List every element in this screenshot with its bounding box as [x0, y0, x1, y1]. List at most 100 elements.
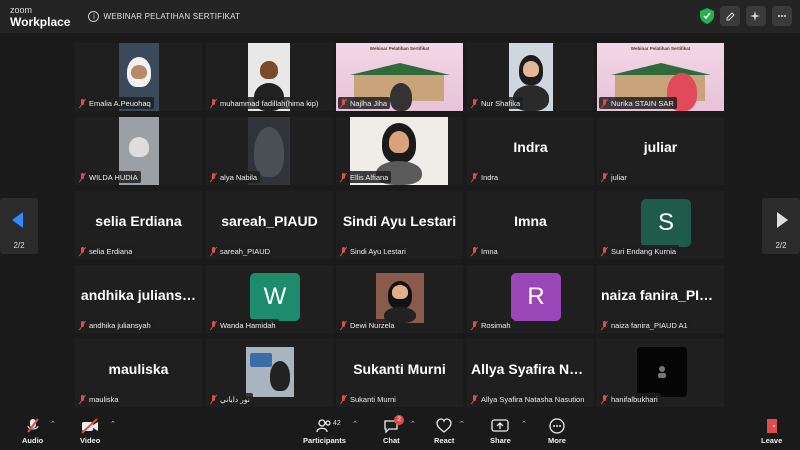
leave-button[interactable]: Leave	[761, 418, 782, 445]
video-options-chevron-icon[interactable]: ⌃	[110, 420, 116, 428]
pencil-icon	[726, 11, 735, 20]
participant-name-label: juliar	[599, 171, 630, 183]
muted-mic-icon	[209, 246, 218, 256]
participant-name-label: Emalia A.Peuohaq	[77, 97, 154, 109]
chat-label: Chat	[383, 436, 400, 445]
participant-tile[interactable]: S Suri Endang Kurnia	[597, 191, 724, 259]
muted-mic-icon	[470, 320, 479, 330]
leave-door-icon	[766, 419, 777, 433]
title-bar: zoom Workplace i WEBINAR PELATIHAN SERTI…	[0, 0, 800, 33]
muted-mic-icon	[209, 98, 218, 108]
participants-icon	[316, 419, 332, 433]
muted-mic-icon	[470, 394, 479, 404]
participants-options-chevron-icon[interactable]: ⌃	[352, 420, 358, 428]
participant-tile[interactable]: Webinar Pelatihan Sertifikat Nurika STAI…	[597, 43, 724, 111]
participant-video	[246, 347, 294, 397]
participant-name-label: alya Nabila	[208, 171, 261, 183]
share-options-chevron-icon[interactable]: ⌃	[521, 420, 527, 428]
logo-workplace-text: Workplace	[10, 14, 71, 29]
react-button[interactable]: React	[434, 418, 454, 445]
sparkle-icon	[750, 11, 760, 21]
participant-tile[interactable]: Dewi Nurzela	[336, 265, 463, 333]
participant-tile[interactable]: selia Erdiana selia Erdiana	[75, 191, 202, 259]
participant-tile[interactable]: Imna Imna	[467, 191, 594, 259]
more-button[interactable]: More	[548, 418, 566, 445]
info-icon[interactable]: i	[88, 11, 100, 22]
muted-mic-icon	[600, 320, 609, 330]
chat-options-chevron-icon[interactable]: ⌃	[410, 420, 416, 428]
participant-name-label: Nur Shafika	[469, 97, 524, 109]
participant-tile[interactable]: R Rosimah	[467, 265, 594, 333]
audio-options-chevron-icon[interactable]: ⌃	[50, 420, 56, 428]
participant-name-label: Nurika STAIN SAR	[599, 97, 677, 109]
participant-tile[interactable]: Ellis Alfiana	[336, 117, 463, 185]
meeting-title: WEBINAR PELATIHAN SERTIFIKAT	[103, 12, 241, 21]
muted-mic-icon	[78, 172, 87, 182]
participant-name-label: Suri Endang Kurnia	[599, 245, 680, 257]
participant-tile[interactable]: hanifalbukhari	[597, 339, 724, 407]
participant-name-label: Dewi Nurzela	[338, 319, 398, 331]
participant-tile[interactable]: juliar juliar	[597, 117, 724, 185]
chat-button[interactable]: 2 Chat	[383, 415, 404, 445]
participant-name-label: naiza fanira_PIAUD A1	[599, 319, 691, 331]
gallery-grid: Emalia A.Peuohaq muhammad fadillah(hima …	[75, 43, 727, 410]
share-screen-icon	[491, 419, 510, 432]
participant-tile[interactable]: sareah_PIAUD sareah_PIAUD	[206, 191, 333, 259]
audio-button[interactable]: Audio	[22, 418, 43, 445]
participant-name-label: Allya Syafira Natasha Nasution	[469, 393, 588, 405]
muted-mic-icon	[78, 98, 87, 108]
participant-tile[interactable]: نور داياني	[206, 339, 333, 407]
video-button[interactable]: Video	[80, 418, 100, 445]
participant-tile[interactable]: alya Nabila	[206, 117, 333, 185]
participant-tile[interactable]: Indra Indra	[467, 117, 594, 185]
annotate-button[interactable]	[720, 6, 740, 26]
heart-icon	[436, 418, 452, 433]
muted-mic-icon	[600, 394, 609, 404]
muted-mic-icon	[209, 320, 218, 330]
share-button[interactable]: Share	[490, 418, 511, 445]
participant-tile[interactable]: Webinar Pelatihan Sertifikat Najlha Jiha	[336, 43, 463, 111]
banner-text: Webinar Pelatihan Sertifikat	[369, 46, 430, 51]
participant-tile[interactable]: Nur Shafika	[467, 43, 594, 111]
muted-mic-icon	[339, 394, 348, 404]
participant-tile[interactable]: Allya Syafira Na… Allya Syafira Natasha …	[467, 339, 594, 407]
participant-tile[interactable]: Sindi Ayu Lestari Sindi Ayu Lestari	[336, 191, 463, 259]
participant-tile[interactable]: W Wanda Hamidah	[206, 265, 333, 333]
muted-mic-icon	[470, 98, 479, 108]
next-page-button[interactable]: 2/2	[762, 198, 800, 254]
participant-tile[interactable]: Sukanti Murni Sukanti Murni	[336, 339, 463, 407]
previous-page-button[interactable]: 2/2	[0, 198, 38, 254]
participant-display-name: mauliska	[108, 361, 169, 377]
participant-tile[interactable]: Emalia A.Peuohaq	[75, 43, 202, 111]
participant-tile[interactable]: andhika julians… andhika juliansyah	[75, 265, 202, 333]
muted-mic-icon	[209, 172, 218, 182]
banner-text: Webinar Pelatihan Sertifikat	[630, 46, 691, 51]
leave-label: Leave	[761, 436, 783, 445]
chat-unread-badge: 2	[394, 415, 404, 425]
zoom-logo: zoom Workplace	[10, 5, 71, 29]
participant-tile[interactable]: WILDA HUDIA	[75, 117, 202, 185]
participant-name-label: Sukanti Murni	[338, 393, 399, 405]
page-indicator-left: 2/2	[13, 241, 25, 250]
ai-companion-button[interactable]	[746, 6, 766, 26]
more-options-button[interactable]	[772, 6, 792, 26]
video-label: Video	[80, 436, 101, 445]
participant-name-label: hanifalbukhari	[599, 393, 661, 405]
muted-mic-icon	[339, 98, 348, 108]
participant-name-label: Imna	[469, 245, 501, 257]
participant-display-name: andhika julians…	[80, 287, 197, 303]
participant-tile[interactable]: muhammad fadillah(hima kip)	[206, 43, 333, 111]
muted-mic-icon	[209, 394, 218, 404]
participant-tile[interactable]: naiza fanira_PIA… naiza fanira_PIAUD A1	[597, 265, 724, 333]
participant-name-label: Najlha Jiha	[338, 97, 391, 109]
participant-display-name: Imna	[514, 213, 547, 229]
avatar: W	[250, 273, 300, 321]
more-label: More	[548, 436, 566, 445]
participant-name-label: Sindi Ayu Lestari	[338, 245, 409, 257]
security-shield-icon[interactable]	[700, 8, 714, 24]
participant-display-name: selia Erdiana	[95, 213, 182, 229]
react-options-chevron-icon[interactable]: ⌃	[459, 420, 465, 428]
participant-tile[interactable]: mauliska mauliska	[75, 339, 202, 407]
participant-name-label: Wanda Hamidah	[208, 319, 279, 331]
muted-mic-icon	[600, 98, 609, 108]
